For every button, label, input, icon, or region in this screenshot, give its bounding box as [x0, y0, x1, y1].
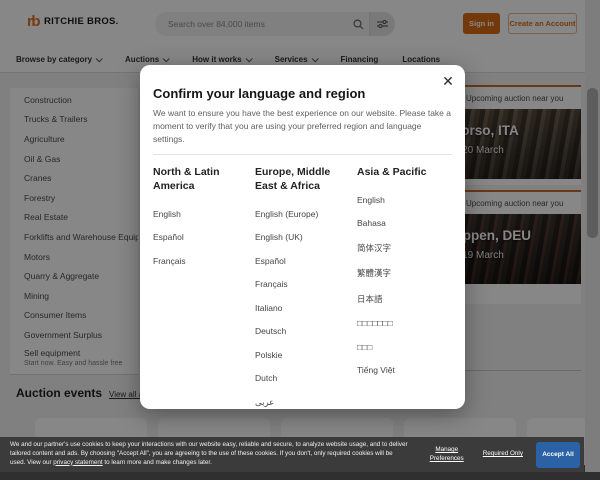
cookie-text-tail: to learn more and make changes later.	[103, 459, 212, 466]
language-option-espanol-eu[interactable]: Español	[255, 256, 349, 266]
page-root: rb RITCHIE BROS. Search over 84,000 item…	[0, 0, 600, 480]
region-europe-middle-east-africa: Europe, Middle East & Africa English (Eu…	[255, 166, 349, 421]
region-heading: North & Latin America	[153, 166, 247, 193]
region-heading: Asia & Pacific	[357, 166, 451, 180]
language-option-simplified-chinese[interactable]: 简体汉字	[357, 242, 451, 254]
region-columns: North & Latin America English Español Fr…	[153, 166, 452, 421]
language-option-korean[interactable]: □□□	[357, 342, 451, 352]
language-option-japanese[interactable]: 日本語	[357, 293, 451, 305]
language-option-english-europe[interactable]: English (Europe)	[255, 209, 349, 219]
close-icon[interactable]: ✕	[439, 72, 457, 90]
language-option-polskie[interactable]: Polskie	[255, 350, 349, 360]
language-region-modal: ✕ Confirm your language and region We wa…	[140, 65, 465, 409]
language-option-francais-na[interactable]: Français	[153, 256, 247, 266]
region-heading: Europe, Middle East & Africa	[255, 166, 349, 193]
language-option-deutsch[interactable]: Deutsch	[255, 326, 349, 336]
cookie-consent-banner: We and our partner's use cookies to keep…	[0, 437, 584, 472]
manage-preferences-link[interactable]: Manage Preferences	[424, 446, 470, 462]
region-north-latin-america: North & Latin America English Español Fr…	[153, 166, 247, 421]
language-option-francais-eu[interactable]: Français	[255, 279, 349, 289]
language-option-arabic[interactable]: عربى	[255, 397, 349, 408]
cookie-actions: Manage Preferences Required Only Accept …	[408, 437, 584, 472]
region-asia-pacific: Asia & Pacific English Bahasa 简体汉字 繁體漢字 …	[357, 166, 451, 421]
required-only-link[interactable]: Required Only	[483, 450, 523, 458]
cookie-text: We and our partner's use cookies to keep…	[0, 437, 408, 467]
accept-all-button[interactable]: Accept All	[536, 442, 580, 468]
language-option-vietnamese[interactable]: Tiếng Việt	[357, 365, 451, 375]
language-option-espanol-na[interactable]: Español	[153, 232, 247, 242]
privacy-statement-link[interactable]: privacy statement	[53, 459, 102, 466]
language-option-italiano[interactable]: Italiano	[255, 303, 349, 313]
modal-description: We want to ensure you have the best expe…	[153, 107, 453, 145]
modal-title: Confirm your language and region	[153, 86, 452, 101]
language-option-traditional-chinese[interactable]: 繁體漢字	[357, 267, 451, 279]
language-option-dutch[interactable]: Dutch	[255, 373, 349, 383]
language-option-thai[interactable]: □□□□□□□	[357, 318, 451, 328]
language-option-bahasa[interactable]: Bahasa	[357, 218, 451, 228]
language-option-english-na[interactable]: English	[153, 209, 247, 219]
language-option-english-uk[interactable]: English (UK)	[255, 232, 349, 242]
language-option-english-ap[interactable]: English	[357, 195, 451, 205]
modal-divider	[153, 154, 452, 155]
